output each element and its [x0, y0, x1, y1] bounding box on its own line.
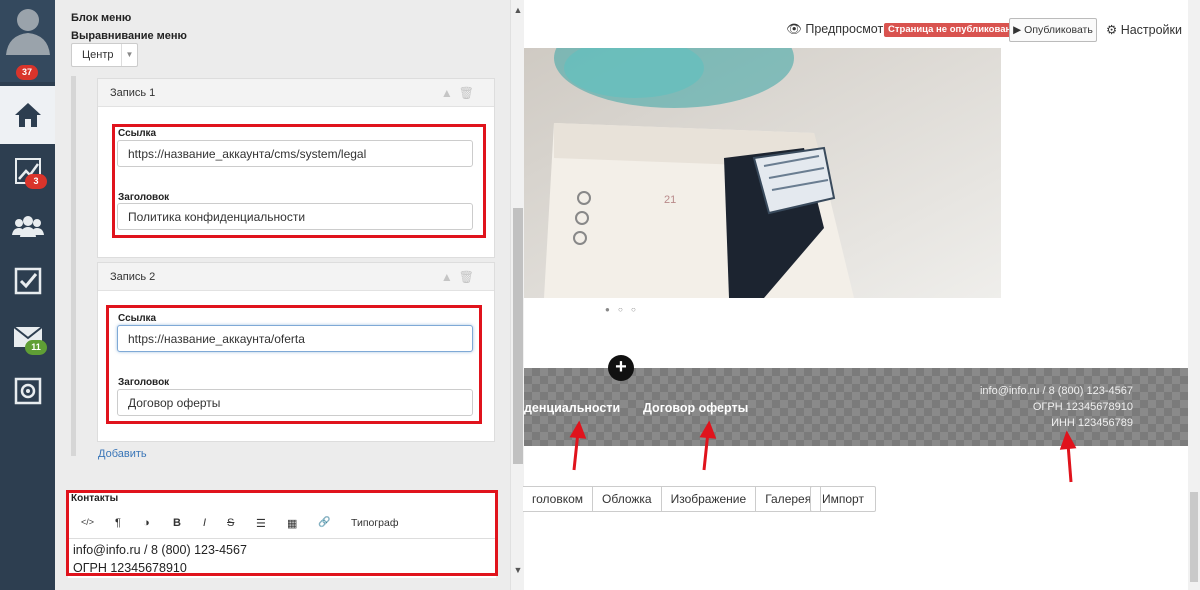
svg-text:21: 21 — [664, 194, 676, 206]
tab-image[interactable]: Изображение — [660, 486, 757, 512]
settings-label: Настройки — [1120, 23, 1182, 37]
highlight-box-entry-1 — [112, 124, 486, 238]
align-select[interactable]: Центр ▼ — [71, 43, 138, 67]
sidebar-item-home[interactable] — [0, 86, 55, 144]
add-entry-link[interactable]: Добавить — [98, 448, 147, 460]
footer-menu-item-1[interactable]: денциальности — [524, 401, 620, 415]
trash-icon[interactable]: 🗑 — [459, 270, 480, 284]
sidebar-item-mail[interactable]: 11 — [0, 308, 55, 366]
users-icon — [11, 216, 44, 237]
publish-label: Опубликовать — [1024, 24, 1093, 36]
play-icon: ▶ — [1013, 24, 1022, 36]
preview-link[interactable]: 👁 Предпросмотр — [786, 22, 890, 37]
footer-contact-line-2: ОГРН 12345678910 — [1032, 401, 1133, 413]
entry-title-2: Запись 2 — [110, 271, 156, 283]
panel-scroll-thumb[interactable] — [513, 208, 523, 464]
sidebar-item-users[interactable] — [0, 197, 55, 255]
block-title: Блок меню — [71, 12, 132, 24]
chevron-up-icon[interactable]: ▲ — [441, 270, 459, 284]
highlight-box-contacts — [66, 490, 498, 576]
entry-title-1: Запись 1 — [110, 87, 156, 99]
import-button[interactable]: Импорт — [810, 486, 876, 512]
chevron-up-icon[interactable]: ▲ — [441, 86, 459, 100]
entry-header-2[interactable]: Запись 2 ▲🗑 — [98, 263, 494, 291]
user-icon — [6, 9, 50, 55]
align-label: Выравнивание меню — [71, 30, 187, 42]
notifications-badge: 37 — [16, 65, 38, 80]
panel-scrollbar[interactable]: ▲ ▼ — [510, 0, 524, 590]
carousel-dot-2[interactable]: ○ — [618, 305, 623, 314]
stats-badge: 3 — [25, 174, 47, 189]
entry-header-1[interactable]: Запись 1 ▲🗑 — [98, 79, 494, 107]
publish-button[interactable]: ▶ Опубликовать — [1009, 18, 1097, 42]
status-badge: Страница не опубликована — [884, 23, 1021, 37]
app-sidebar: 37 3 11 — [0, 0, 55, 590]
chevron-down-icon: ▼ — [121, 44, 137, 66]
scroll-down-icon[interactable]: ▼ — [511, 563, 525, 577]
entries-divider — [71, 76, 76, 456]
preview-label: Предпросмотр — [805, 22, 891, 36]
gear-icon: ⚙ — [1106, 23, 1118, 37]
safe-icon — [14, 377, 41, 405]
footer-menu-item-2[interactable]: Договор оферты — [643, 401, 748, 415]
tab-heading[interactable]: головком — [523, 486, 594, 512]
user-avatar[interactable]: 37 — [0, 0, 55, 82]
planner-image: 21 — [524, 48, 1001, 298]
sidebar-item-stats[interactable]: 3 — [0, 142, 55, 200]
sidebar-item-settings[interactable] — [0, 362, 55, 420]
home-icon — [14, 103, 41, 127]
carousel-dot-3[interactable]: ○ — [631, 305, 636, 314]
annotation-arrows — [569, 420, 1077, 483]
checkbox-icon — [14, 267, 41, 295]
preview-scroll-thumb[interactable] — [1190, 492, 1198, 582]
settings-link[interactable]: ⚙ Настройки — [1106, 22, 1182, 37]
block-type-tabs: головком Обложка Изображение Галерея — [523, 486, 822, 512]
add-block-button[interactable]: + — [608, 355, 634, 381]
sidebar-item-tasks[interactable] — [0, 252, 55, 310]
mail-badge: 11 — [25, 340, 47, 355]
eye-icon: 👁 — [786, 22, 802, 36]
trash-icon[interactable]: 🗑 — [459, 86, 480, 100]
scroll-up-icon[interactable]: ▲ — [511, 3, 525, 17]
carousel-dot-1[interactable]: ● — [605, 305, 610, 314]
highlight-box-entry-2 — [106, 305, 482, 424]
align-select-value: Центр — [82, 49, 114, 61]
footer-contact-line-1: info@info.ru / 8 (800) 123-4567 — [979, 385, 1133, 397]
cover-photo: 21 — [524, 48, 1001, 298]
tab-cover[interactable]: Обложка — [592, 486, 662, 512]
